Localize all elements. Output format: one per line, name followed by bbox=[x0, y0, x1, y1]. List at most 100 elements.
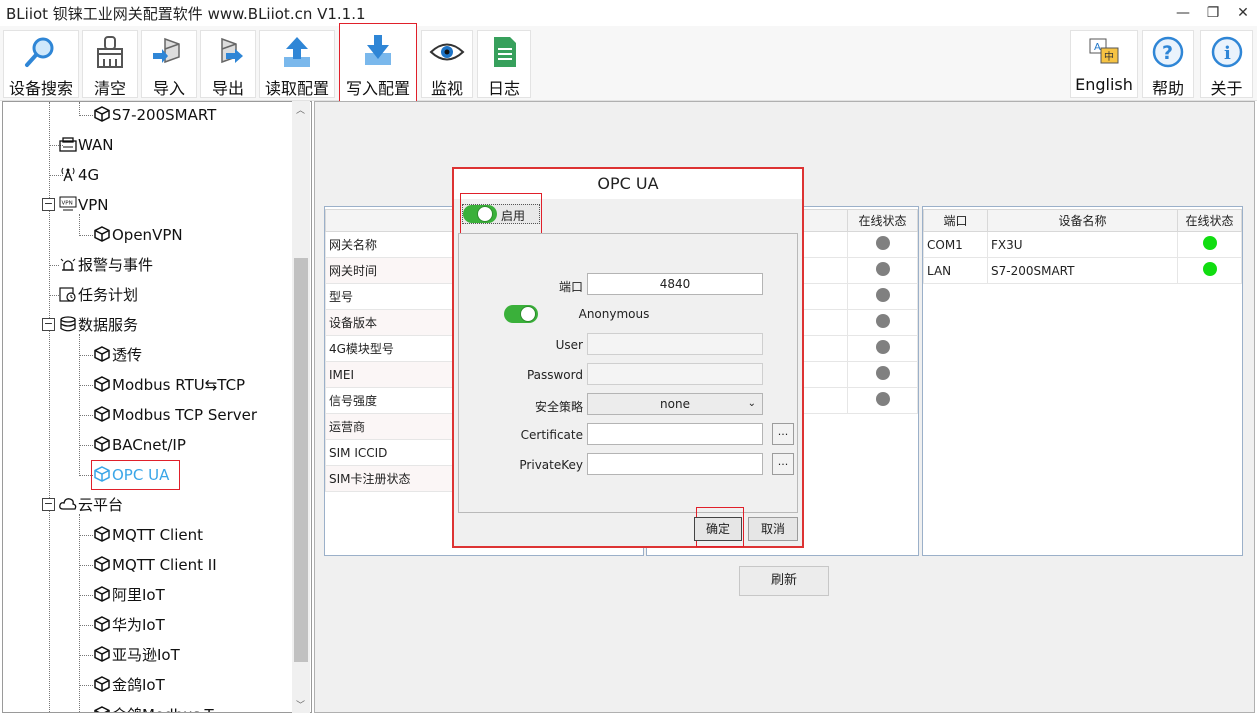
tree-item[interactable]: 亚马逊IoT bbox=[93, 644, 180, 666]
user-input[interactable] bbox=[587, 333, 763, 355]
scroll-down-icon[interactable]: ﹀ bbox=[296, 698, 305, 711]
close-button[interactable]: ✕ bbox=[1228, 2, 1257, 24]
anonymous-toggle[interactable] bbox=[504, 305, 538, 323]
tree-item[interactable]: BACnet/IP bbox=[93, 434, 186, 456]
certificate-input[interactable] bbox=[587, 423, 763, 445]
enable-toggle-row[interactable]: 启用 bbox=[462, 204, 540, 224]
tree-item-label: BACnet/IP bbox=[112, 436, 186, 454]
user-label: User bbox=[555, 338, 583, 352]
cube-icon bbox=[93, 706, 111, 712]
scrollbar-thumb[interactable] bbox=[294, 258, 308, 662]
tree-item-label: S7-200SMART bbox=[112, 106, 217, 124]
tree-item-label: WAN bbox=[78, 136, 114, 154]
tree-item[interactable]: 报警与事件 bbox=[59, 254, 153, 276]
chevron-down-icon: ⌄ bbox=[747, 398, 756, 409]
about-button[interactable]: i 关于 bbox=[1200, 30, 1253, 98]
enable-toggle[interactable] bbox=[463, 205, 497, 223]
export-button[interactable]: 导出 bbox=[200, 30, 256, 98]
tree-item[interactable]: Modbus TCP Server bbox=[93, 404, 257, 426]
certificate-browse-button[interactable]: ... bbox=[772, 423, 794, 445]
cloud-icon bbox=[59, 496, 77, 512]
tree-item[interactable]: OpenVPN bbox=[93, 224, 183, 246]
minimize-button[interactable]: — bbox=[1168, 2, 1198, 24]
privatekey-input[interactable] bbox=[587, 453, 763, 475]
tree-item[interactable]: MQTT Client II bbox=[93, 554, 217, 576]
write-config-button[interactable]: 写入配置 bbox=[339, 23, 417, 102]
status-indicator bbox=[875, 340, 890, 354]
scroll-up-icon[interactable]: ︿ bbox=[296, 103, 305, 116]
cube-icon bbox=[93, 226, 111, 242]
tree-item-label: 金鸽Modbus-T... bbox=[112, 706, 226, 712]
security-policy-select[interactable]: none ⌄ bbox=[587, 393, 763, 415]
opcua-dialog: OPC UA 启用 端口 4840 Anonymous User Passwor… bbox=[452, 167, 804, 548]
ok-button[interactable]: 确定 bbox=[694, 517, 742, 541]
download-arrow-icon bbox=[365, 35, 391, 65]
selected-item-highlight bbox=[91, 460, 180, 490]
tree-item-label: 华为IoT bbox=[112, 616, 165, 634]
cube-icon bbox=[93, 406, 111, 422]
port-input[interactable]: 4840 bbox=[587, 273, 763, 295]
navigation-tree: − − − S7-200SMART WAN 4G VPN VPN OpenVPN 报警与事件… bbox=[2, 101, 312, 713]
monitor-button[interactable]: 监视 bbox=[421, 30, 473, 98]
refresh-button[interactable]: 刷新 bbox=[739, 566, 829, 596]
password-label: Password bbox=[526, 368, 583, 382]
privatekey-label: PrivateKey bbox=[519, 458, 583, 472]
cube-icon bbox=[93, 616, 111, 632]
restore-button[interactable]: ❐ bbox=[1198, 2, 1228, 24]
tree-item[interactable]: 金鸽Modbus-T... bbox=[93, 704, 226, 712]
log-button[interactable]: 日志 bbox=[477, 30, 531, 98]
database-icon bbox=[59, 316, 77, 332]
device-search-button[interactable]: 设备搜索 bbox=[3, 30, 79, 98]
language-button[interactable]: A中 English bbox=[1070, 30, 1138, 98]
tree-item[interactable]: 数据服务 bbox=[59, 314, 138, 336]
tree-item[interactable]: 透传 bbox=[93, 344, 142, 366]
toolbar-label: 写入配置 bbox=[345, 79, 410, 98]
toolbar-label: 清空 bbox=[93, 79, 126, 98]
cancel-button[interactable]: 取消 bbox=[748, 517, 798, 541]
column-header: 设备名称 bbox=[987, 209, 1178, 232]
tree-item[interactable]: WAN bbox=[59, 134, 114, 156]
status-indicator bbox=[875, 314, 890, 328]
privatekey-browse-button[interactable]: ... bbox=[772, 453, 794, 475]
clear-button[interactable]: 清空 bbox=[82, 30, 138, 98]
tree-item[interactable]: MQTT Client bbox=[93, 524, 203, 546]
cloud-expander[interactable]: − bbox=[42, 498, 55, 511]
help-button[interactable]: ? 帮助 bbox=[1142, 30, 1194, 98]
toolbar-label: 读取配置 bbox=[264, 79, 329, 98]
broom-icon bbox=[97, 36, 123, 68]
tree-item[interactable]: 金鸽IoT bbox=[93, 674, 165, 696]
svg-text:?: ? bbox=[1162, 42, 1173, 64]
tree-item[interactable]: 任务计划 bbox=[59, 284, 138, 306]
cube-icon bbox=[93, 676, 111, 692]
table-row[interactable]: COM1 FX3U bbox=[923, 231, 1242, 258]
data-service-expander[interactable]: − bbox=[42, 318, 55, 331]
import-button[interactable]: 导入 bbox=[141, 30, 197, 98]
certificate-label: Certificate bbox=[520, 428, 583, 442]
device-name-cell: FX3U bbox=[987, 231, 1178, 258]
column-header: 在线状态 bbox=[1177, 209, 1242, 232]
table-row[interactable]: LAN S7-200SMART bbox=[923, 257, 1242, 284]
tree-item[interactable]: Modbus RTU⇆TCP bbox=[93, 374, 245, 396]
cube-icon bbox=[93, 376, 111, 392]
column-header: 端口 bbox=[923, 209, 988, 232]
tree-item[interactable]: 云平台 bbox=[59, 494, 123, 516]
security-policy-value: none bbox=[660, 397, 690, 411]
alarm-icon bbox=[59, 256, 77, 272]
tree-item[interactable]: VPN VPN bbox=[59, 194, 109, 216]
tree-item[interactable]: 华为IoT bbox=[93, 614, 165, 636]
read-config-button[interactable]: 读取配置 bbox=[259, 30, 335, 98]
dialog-form: 端口 4840 Anonymous User Password 安全策略 non… bbox=[458, 233, 798, 513]
password-input[interactable] bbox=[587, 363, 763, 385]
toolbar-label: 设备搜索 bbox=[8, 79, 73, 98]
vpn-expander[interactable]: − bbox=[42, 198, 55, 211]
svg-text:A: A bbox=[1094, 42, 1101, 53]
tree-item-label: 金鸽IoT bbox=[112, 676, 165, 694]
window-title: BLiiot 钡铼工业网关配置软件 www.BLiiot.cn V1.1.1 bbox=[6, 5, 366, 23]
tree-item[interactable]: S7-200SMART bbox=[93, 104, 216, 126]
status-indicator bbox=[1202, 262, 1217, 276]
info-icon: i bbox=[1211, 36, 1242, 68]
port-label: 端口 bbox=[558, 280, 583, 294]
tree-item[interactable]: 阿里IoT bbox=[93, 584, 165, 606]
vpn-icon: VPN bbox=[59, 196, 77, 212]
tree-item[interactable]: 4G bbox=[59, 164, 99, 186]
